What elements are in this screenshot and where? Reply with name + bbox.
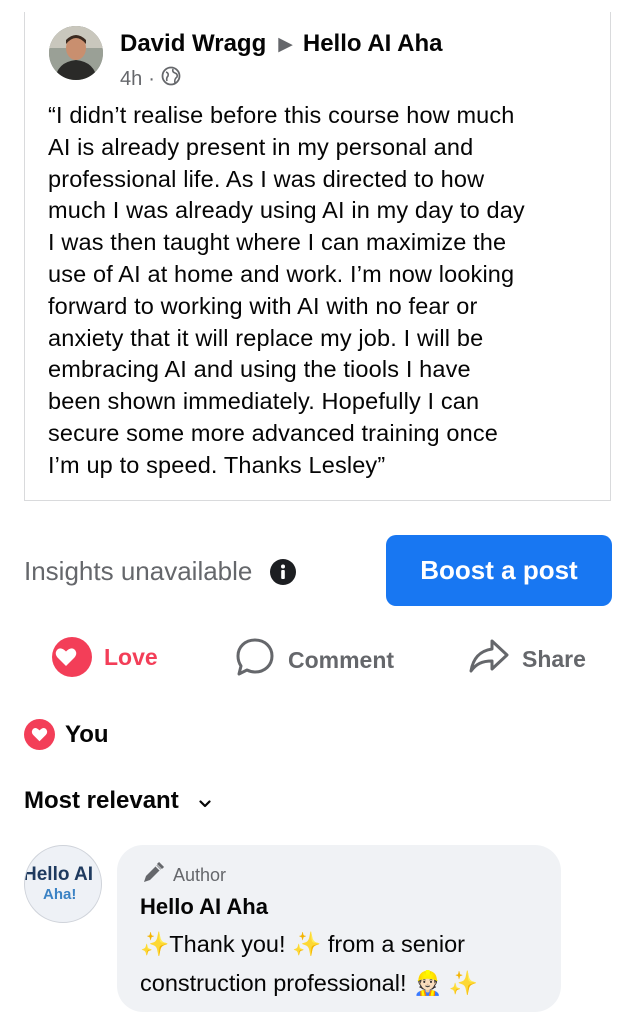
sparkles-icon: ✨ xyxy=(140,931,170,957)
comment-sort-dropdown[interactable]: Most relevant xyxy=(24,787,211,815)
commenter-avatar[interactable]: Hello AI Aha! xyxy=(24,845,102,923)
globe-icon xyxy=(161,66,181,92)
love-reaction-icon xyxy=(24,719,55,750)
reactions-summary[interactable]: You xyxy=(24,719,109,750)
sparkles-icon: ✨ xyxy=(448,970,479,996)
avatar-logo-line1: Hello AI xyxy=(24,864,94,885)
comment-label: Comment xyxy=(288,646,395,673)
group-name[interactable]: Hello AI Aha xyxy=(303,30,443,58)
author-badge: Author xyxy=(141,861,226,890)
info-icon[interactable] xyxy=(270,558,297,585)
avatar-logo-line2: Aha! xyxy=(43,886,77,903)
comment-text-part3: construction professional! xyxy=(140,970,407,996)
sparkles-icon: ✨ xyxy=(292,931,322,957)
author-name[interactable]: David Wragg xyxy=(120,30,266,58)
author-avatar[interactable] xyxy=(49,26,103,80)
shared-post-card: David Wragg ▶ Hello AI Aha 4h · “I didn’… xyxy=(24,12,611,501)
share-icon xyxy=(468,637,522,681)
comment-icon xyxy=(234,637,288,683)
share-label: Share xyxy=(522,645,586,672)
shared-to-arrow-icon: ▶ xyxy=(278,33,293,55)
heart-icon xyxy=(52,637,92,677)
reactions-label: You xyxy=(65,720,109,748)
post-time[interactable]: 4h xyxy=(120,68,142,91)
post-text: “I didn’t realise before this course how… xyxy=(48,102,525,478)
comment-text-part2: from a senior xyxy=(327,931,465,957)
insights-status: Insights unavailable xyxy=(24,556,297,587)
share-button[interactable]: Share xyxy=(468,637,586,681)
insights-label: Insights unavailable xyxy=(24,556,253,586)
comment-bubble: Author Hello AI Aha ✨Thank you! ✨ from a… xyxy=(117,845,561,1012)
love-button[interactable]: Love xyxy=(52,637,158,677)
chevron-down-icon xyxy=(199,787,211,815)
pencil-icon xyxy=(141,861,173,890)
construction-worker-icon: 👷🏻 xyxy=(413,970,443,996)
commenter-name[interactable]: Hello AI Aha xyxy=(140,894,268,920)
comment-text: ✨Thank you! ✨ from a senior construction… xyxy=(140,925,550,1003)
boost-post-button[interactable]: Boost a post xyxy=(386,535,612,606)
comment-button[interactable]: Comment xyxy=(234,637,394,683)
sort-label: Most relevant xyxy=(24,787,179,814)
separator-dot: · xyxy=(148,67,155,90)
comment-text-part1: Thank you! xyxy=(169,931,286,957)
author-badge-label: Author xyxy=(173,865,227,885)
love-label: Love xyxy=(104,643,158,670)
